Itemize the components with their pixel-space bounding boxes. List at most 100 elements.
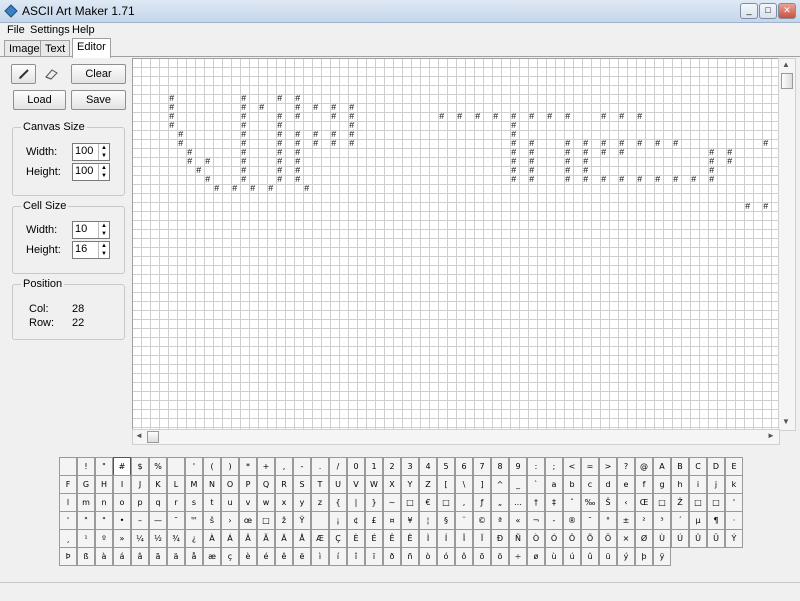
char-cell[interactable]: Ù [653, 529, 671, 548]
char-cell[interactable]: ; [545, 457, 563, 476]
char-cell[interactable]: / [329, 457, 347, 476]
char-cell[interactable]: è [239, 547, 257, 566]
char-cell[interactable]: 8 [491, 457, 509, 476]
char-cell[interactable]: å [185, 547, 203, 566]
char-cell[interactable]: û [581, 547, 599, 566]
char-cell[interactable]: H [95, 475, 113, 494]
canvas-height-spinner[interactable]: 100 ▲ ▼ [72, 163, 110, 181]
char-cell[interactable]: í [329, 547, 347, 566]
char-cell[interactable]: Ê [383, 529, 401, 548]
char-cell[interactable]: □ [401, 493, 419, 512]
char-cell[interactable]: ê [275, 547, 293, 566]
char-cell[interactable]: ò [419, 547, 437, 566]
char-cell[interactable]: g [653, 475, 671, 494]
tab-editor[interactable]: Editor [72, 38, 111, 58]
char-cell[interactable]: µ [689, 511, 707, 530]
char-cell[interactable]: ì [311, 547, 329, 566]
char-cell[interactable]: □ [689, 493, 707, 512]
char-cell[interactable]: * [239, 457, 257, 476]
char-cell[interactable]: C [689, 457, 707, 476]
tab-text[interactable]: Text [40, 40, 71, 57]
scroll-left-icon[interactable]: ◄ [135, 431, 143, 440]
char-cell[interactable]: ö [491, 547, 509, 566]
char-cell[interactable]: Ž [671, 493, 689, 512]
char-cell[interactable]: Õ [581, 529, 599, 548]
char-cell[interactable]: Þ [59, 547, 77, 566]
char-cell[interactable]: v [239, 493, 257, 512]
char-cell[interactable]: ¡ [329, 511, 347, 530]
char-cell[interactable]: : [527, 457, 545, 476]
char-cell[interactable]: É [365, 529, 383, 548]
char-cell[interactable]: š [203, 511, 221, 530]
char-cell[interactable]: ô [455, 547, 473, 566]
char-cell[interactable]: ˜ [167, 511, 185, 530]
char-cell[interactable]: ž [275, 511, 293, 530]
char-cell[interactable]: ® [563, 511, 581, 530]
char-cell[interactable]: } [365, 493, 383, 512]
char-cell[interactable]: ´ [671, 511, 689, 530]
menu-file[interactable]: File [7, 24, 25, 36]
char-cell[interactable]: ) [221, 457, 239, 476]
char-cell[interactable]: + [257, 457, 275, 476]
char-cell[interactable]: T [311, 475, 329, 494]
char-cell[interactable]: , [455, 493, 473, 512]
char-cell[interactable]: ` [527, 475, 545, 494]
char-cell[interactable]: 1 [365, 457, 383, 476]
char-cell[interactable]: a [545, 475, 563, 494]
char-cell[interactable]: 2 [383, 457, 401, 476]
char-cell[interactable]: " [95, 511, 113, 530]
char-cell[interactable]: Ì [419, 529, 437, 548]
char-cell[interactable]: e [617, 475, 635, 494]
char-cell[interactable]: k [725, 475, 743, 494]
cell-width-spinner[interactable]: 10 ▲ ▼ [72, 221, 110, 239]
pencil-tool-button[interactable] [11, 64, 36, 84]
horizontal-scrollbar[interactable]: ◄ ► [132, 429, 780, 445]
char-cell[interactable]: Æ [311, 529, 329, 548]
char-cell[interactable]: î [347, 547, 365, 566]
char-cell[interactable]: Ü [707, 529, 725, 548]
char-cell[interactable]: à [95, 547, 113, 566]
spin-up-icon[interactable]: ▲ [99, 164, 109, 172]
load-button[interactable]: Load [13, 90, 66, 110]
char-cell[interactable]: ø [527, 547, 545, 566]
char-cell[interactable]: j [707, 475, 725, 494]
char-cell[interactable]: 4 [419, 457, 437, 476]
char-cell[interactable]: › [221, 511, 239, 530]
char-cell[interactable]: 3 [401, 457, 419, 476]
char-cell[interactable]: V [347, 475, 365, 494]
char-cell[interactable]: b [563, 475, 581, 494]
char-cell[interactable]: □ [257, 511, 275, 530]
char-cell[interactable]: ¦ [419, 511, 437, 530]
char-cell[interactable]: þ [635, 547, 653, 566]
char-cell[interactable]: ¢ [347, 511, 365, 530]
char-cell[interactable]: □ [437, 493, 455, 512]
char-cell[interactable]: ™ [185, 511, 203, 530]
char-cell[interactable]: Ñ [509, 529, 527, 548]
char-cell[interactable]: ú [563, 547, 581, 566]
char-cell[interactable]: ½ [149, 529, 167, 548]
char-cell[interactable]: ¿ [185, 529, 203, 548]
spin-up-icon[interactable]: ▲ [99, 222, 109, 230]
spin-down-icon[interactable]: ▼ [99, 152, 109, 160]
char-cell[interactable]: Î [455, 529, 473, 548]
char-cell[interactable]: @ [635, 457, 653, 476]
char-cell[interactable]: æ [203, 547, 221, 566]
char-cell[interactable]: ¬ [527, 511, 545, 530]
eraser-tool-button[interactable] [38, 64, 63, 84]
char-cell[interactable]: Q [257, 475, 275, 494]
char-cell[interactable]: ' [185, 457, 203, 476]
menu-settings[interactable]: Settings [30, 24, 70, 36]
char-cell[interactable]: [ [437, 475, 455, 494]
char-cell[interactable]: £ [365, 511, 383, 530]
close-button[interactable]: ✕ [778, 3, 796, 19]
char-cell[interactable]: 9 [509, 457, 527, 476]
char-cell[interactable]: º [95, 529, 113, 548]
char-cell[interactable]: ¼ [131, 529, 149, 548]
char-cell[interactable]: □ [653, 493, 671, 512]
char-cell[interactable]: ‰ [581, 493, 599, 512]
char-cell[interactable] [311, 511, 329, 530]
char-cell[interactable]: d [599, 475, 617, 494]
char-cell[interactable]: D [707, 457, 725, 476]
scroll-down-icon[interactable]: ▼ [782, 417, 790, 426]
char-cell[interactable]: w [257, 493, 275, 512]
